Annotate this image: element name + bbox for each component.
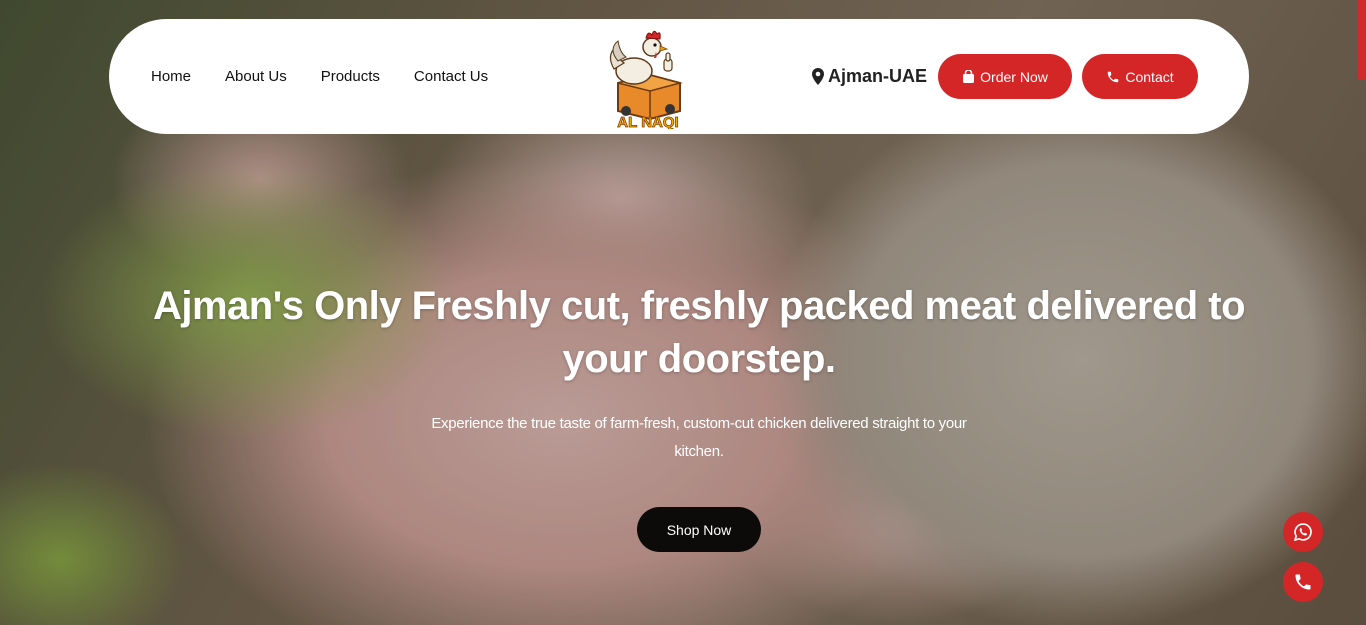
logo-text: AL NAQI [617, 114, 678, 129]
hero-title: Ajman's Only Freshly cut, freshly packed… [152, 284, 1246, 381]
rooster-logo-icon: AL NAQI [609, 30, 683, 131]
contact-label: Contact [1125, 68, 1174, 85]
phone-icon [1108, 71, 1119, 82]
order-now-label: Order Now [980, 68, 1048, 85]
nav-link-contact[interactable]: Contact Us [414, 68, 488, 85]
nav-link-about[interactable]: About Us [225, 68, 287, 85]
nav-links: Home About Us Products Contact Us [151, 19, 488, 134]
phone-icon [1295, 574, 1311, 590]
navbar: Home About Us Products Contact Us AL NAQ… [109, 19, 1249, 134]
map-pin-icon [811, 68, 824, 85]
location-text: Ajman-UAE [827, 66, 927, 86]
nav-link-products[interactable]: Products [321, 68, 380, 85]
hero-subtitle: Experience the true taste of farm-fresh,… [431, 415, 967, 460]
call-float-button[interactable] [1283, 562, 1323, 602]
contact-button[interactable]: Contact [1082, 54, 1198, 99]
scroll-indicator [1358, 0, 1366, 80]
order-now-button[interactable]: Order Now [938, 54, 1072, 99]
shop-now-button[interactable]: Shop Now [637, 507, 761, 552]
whatsapp-float-button[interactable] [1283, 512, 1323, 552]
brand-logo[interactable]: AL NAQI [600, 25, 696, 131]
nav-actions: Ajman-UAE Order Now Contact [811, 19, 1198, 134]
location-label: Ajman-UAE [811, 66, 927, 87]
nav-link-home[interactable]: Home [151, 68, 191, 85]
whatsapp-icon [1293, 523, 1312, 542]
shopping-bag-icon [963, 70, 975, 83]
